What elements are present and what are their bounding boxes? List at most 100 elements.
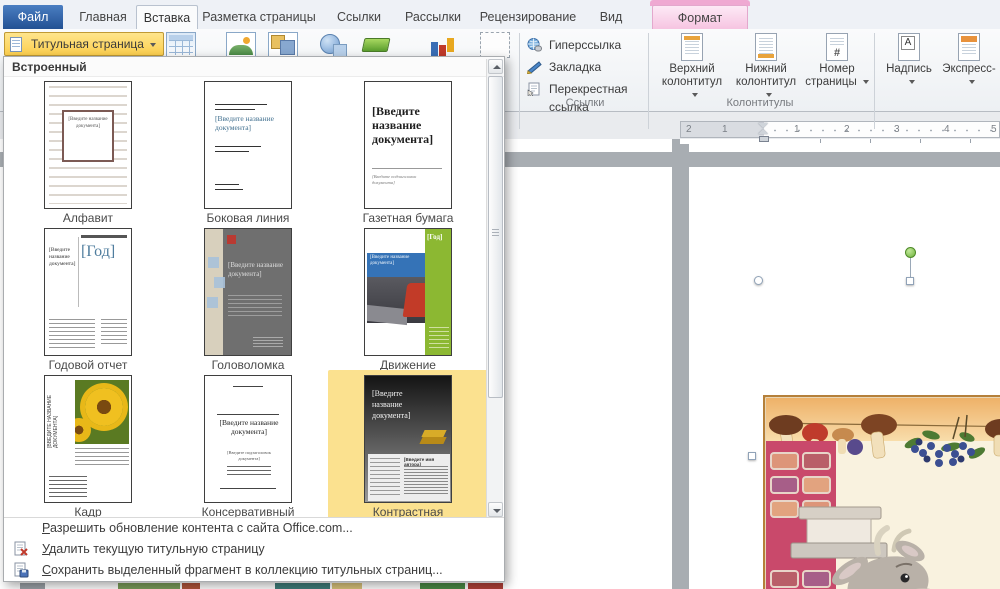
text-box-button[interactable]: Надпись xyxy=(880,32,938,89)
header-button[interactable]: Верхний колонтитул xyxy=(656,32,728,102)
tab-format[interactable]: Формат xyxy=(652,5,748,29)
ruler-mark: 4 xyxy=(944,123,950,137)
menu-item-remove-cover-page[interactable]: Удалить текущую титульную страницу xyxy=(4,539,504,560)
gallery-item-newsprint[interactable]: [Введите название документа] [Введите по… xyxy=(330,78,486,224)
gallery-item-alphabet[interactable]: [Введите название документа] Алфавит xyxy=(10,78,166,224)
thumbnail-contrast: [Введите название документа] [Введите им… xyxy=(364,375,452,503)
cross-reference-button[interactable]: Перекрестная ссылка xyxy=(527,80,647,98)
tab-insert[interactable]: Вставка xyxy=(136,5,198,29)
tab-references[interactable]: Ссылки xyxy=(326,5,392,29)
text-box-icon xyxy=(898,33,920,61)
thumbnail-frame: [ВВЕДИТЕ НАЗВАНИЕ ДОКУМЕНТА] xyxy=(44,375,132,503)
chart-icon[interactable] xyxy=(428,32,458,58)
menu-item-office-com-updates[interactable]: Разрешить обновление контента с сайта Of… xyxy=(4,518,504,539)
resize-handle-left-middle[interactable] xyxy=(748,452,756,460)
group-divider xyxy=(874,33,875,129)
tab-page-layout[interactable]: Разметка страницы xyxy=(200,5,318,29)
ruler-dots xyxy=(765,122,999,137)
hyperlink-button[interactable]: Гиперссылка xyxy=(527,36,647,54)
cover-page-icon xyxy=(10,37,22,52)
header-icon xyxy=(681,33,703,61)
chevron-down-icon xyxy=(909,80,915,84)
thumbnail-puzzle: [Введите название документа] xyxy=(204,228,292,356)
footer-icon xyxy=(755,33,777,61)
table-icon[interactable] xyxy=(166,32,196,58)
remove-cover-page-icon xyxy=(13,541,29,557)
gallery-footer-menu: Разрешить обновление контента с сайта Of… xyxy=(4,517,504,581)
ruler-mark: 1 xyxy=(794,123,800,137)
footer-button[interactable]: Нижний колонтитул xyxy=(730,32,802,102)
cross-reference-icon xyxy=(527,82,542,96)
chevron-down-icon xyxy=(969,80,975,84)
scroll-down-button[interactable] xyxy=(488,502,503,517)
gallery-item-motion[interactable]: [Год] [Введите название документа] Движе… xyxy=(330,225,486,371)
clipart-icon[interactable] xyxy=(268,32,298,58)
gallery-item-puzzle[interactable]: [Введите название документа] Головоломка xyxy=(170,225,326,371)
tab-view[interactable]: Вид xyxy=(588,5,634,29)
word-window: 2 1 1 2 3 4 5 xyxy=(0,0,1000,589)
tab-home[interactable]: Главная xyxy=(70,5,136,29)
gallery-item-frame[interactable]: [ВВЕДИТЕ НАЗВАНИЕ ДОКУМЕНТА] Кадр xyxy=(10,372,166,518)
header-footer-group-label: Колонтитулы xyxy=(680,97,840,109)
cover-page-button[interactable]: Титульная страница xyxy=(4,32,164,56)
gallery-item-conservative[interactable]: [Введите название документа] [Введите по… xyxy=(170,372,326,518)
indent-marker[interactable] xyxy=(758,123,769,145)
shapes-icon[interactable] xyxy=(318,32,348,58)
page-content-sliver xyxy=(420,583,465,589)
gallery-scrollbar[interactable] xyxy=(486,59,503,517)
tab-review[interactable]: Рецензирование xyxy=(474,5,582,29)
chevron-down-icon xyxy=(150,43,156,47)
hyperlink-label: Гиперссылка xyxy=(549,38,621,52)
ruler-mark: 1 xyxy=(722,123,728,137)
tab-file[interactable]: Файл xyxy=(3,5,63,29)
quick-parts-icon xyxy=(958,33,980,61)
thumbnail-motion: [Год] [Введите название документа] xyxy=(364,228,452,356)
screenshot-icon[interactable] xyxy=(480,32,510,58)
bookmark-button[interactable]: Закладка xyxy=(527,58,647,76)
scrollbar-thumb[interactable] xyxy=(488,76,503,398)
smartart-icon[interactable] xyxy=(362,32,392,58)
gallery-item-sideline[interactable]: [Введите название документа] Боковая лин… xyxy=(170,78,326,224)
rotate-handle[interactable] xyxy=(905,247,916,258)
resize-handle-top-left[interactable] xyxy=(754,276,763,285)
group-divider xyxy=(519,33,520,129)
gallery-item-annual-report[interactable]: [Введите название документа] [Год] Годов… xyxy=(10,225,166,371)
ruler-mark: 2 xyxy=(686,123,692,137)
gallery-section-header: Встроенный xyxy=(4,57,504,77)
thumbnail-annual-report: [Введите название документа] [Год] xyxy=(44,228,132,356)
thumbnail-alphabet: [Введите название документа] xyxy=(44,81,132,209)
bookmark-icon xyxy=(527,60,542,74)
horizontal-ruler[interactable]: 2 1 1 2 3 4 5 xyxy=(680,121,1000,138)
ruler-mark: 2 xyxy=(844,123,850,137)
thumbnail-newsprint: [Введите название документа] [Введите по… xyxy=(364,81,452,209)
hyperlink-globe-icon xyxy=(527,38,542,52)
links-group-label: Ссылки xyxy=(530,97,640,109)
ruler-mark: 3 xyxy=(894,123,900,137)
page-number-button[interactable]: Номер страницы xyxy=(804,32,870,89)
page-content-sliver xyxy=(20,583,45,589)
resize-handle-top-center[interactable] xyxy=(906,277,914,285)
selected-picture-illustration[interactable] xyxy=(763,395,1000,589)
page-content-sliver xyxy=(332,583,362,589)
cover-page-gallery-dropdown: Встроенный [Введите название документа] … xyxy=(3,56,505,582)
ribbon-tab-bar: Файл Главная Вставка Разметка страницы С… xyxy=(0,0,1000,29)
page-content-sliver xyxy=(468,583,503,589)
thumbnail-conservative: [Введите название документа] [Введите по… xyxy=(204,375,292,503)
thumbnail-sideline: [Введите название документа] xyxy=(204,81,292,209)
page-content-sliver xyxy=(118,583,180,589)
ruler-mark: 5 xyxy=(991,123,997,137)
cover-page-button-label: Титульная страница xyxy=(31,37,144,51)
tab-mailings[interactable]: Рассылки xyxy=(398,5,468,29)
group-divider xyxy=(648,33,649,129)
page-content-sliver xyxy=(275,583,330,589)
ruler-tick-strip xyxy=(680,139,1000,144)
gallery-item-contrast-selected[interactable]: [Введите название документа] [Введите им… xyxy=(328,370,488,520)
picture-icon[interactable] xyxy=(226,32,256,58)
chevron-down-icon xyxy=(863,80,869,84)
menu-item-save-selection[interactable]: Сохранить выделенный фрагмент в коллекци… xyxy=(4,560,504,581)
quick-parts-button[interactable]: Экспресс- xyxy=(938,32,1000,89)
page-number-icon xyxy=(826,33,848,61)
scroll-up-button[interactable] xyxy=(488,59,503,74)
page-content-sliver xyxy=(182,583,200,589)
save-selection-icon xyxy=(13,562,29,578)
